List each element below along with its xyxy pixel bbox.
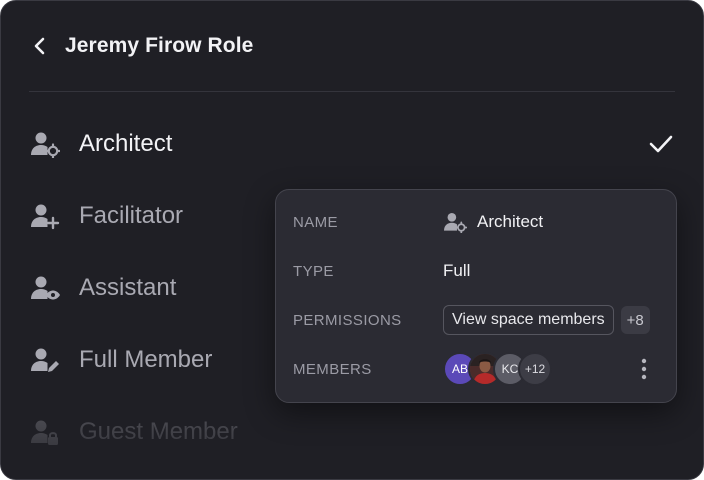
detail-type-value: Full (443, 261, 471, 280)
kebab-menu-icon (641, 358, 647, 380)
detail-value: Architect (443, 211, 543, 233)
detail-key: PERMISSIONS (293, 311, 402, 329)
user-eye-icon (29, 272, 61, 304)
role-item-guest-member[interactable]: Guest Member (29, 396, 679, 468)
user-pen-icon (29, 344, 61, 376)
detail-value: View space members +8 (443, 305, 650, 335)
panel-header: Jeremy Firow Role (29, 29, 253, 63)
user-gear-icon (29, 128, 61, 160)
role-label: Full Member (79, 346, 213, 373)
members-more-badge[interactable]: +12 (518, 352, 552, 386)
user-plus-icon (29, 200, 61, 232)
user-gear-icon (444, 212, 467, 233)
detail-value: AB KC +12 (443, 352, 552, 386)
role-panel: Jeremy Firow Role Architect Facilitator … (0, 0, 704, 480)
chevron-left-icon (34, 37, 45, 55)
back-button[interactable] (29, 35, 51, 57)
role-details-card: NAME Architect TYPE Full PERMISSIONS Vie… (275, 189, 677, 403)
detail-key: MEMBERS (293, 360, 372, 378)
permission-more-badge[interactable]: +8 (620, 306, 650, 334)
detail-row-permissions: PERMISSIONS View space members +8 (293, 300, 660, 340)
user-lock-icon (29, 416, 61, 448)
role-label: Architect (79, 130, 173, 157)
more-options-button[interactable] (632, 357, 656, 381)
page-title: Jeremy Firow Role (65, 34, 254, 57)
detail-row-type: TYPE Full (293, 251, 660, 291)
permission-chip[interactable]: View space members (443, 305, 614, 335)
role-label: Assistant (79, 274, 177, 301)
detail-name-value: Architect (477, 212, 544, 231)
member-avatar-stack[interactable]: AB KC +12 (443, 352, 552, 386)
role-label: Guest Member (79, 418, 238, 445)
detail-row-name: NAME Architect (293, 202, 660, 242)
detail-key: NAME (293, 213, 338, 231)
role-item-architect[interactable]: Architect (29, 108, 679, 180)
header-divider (29, 91, 675, 92)
role-label: Facilitator (79, 202, 184, 229)
detail-key: TYPE (293, 262, 334, 280)
check-icon (649, 135, 673, 153)
detail-row-members: MEMBERS AB KC +12 (293, 349, 660, 389)
